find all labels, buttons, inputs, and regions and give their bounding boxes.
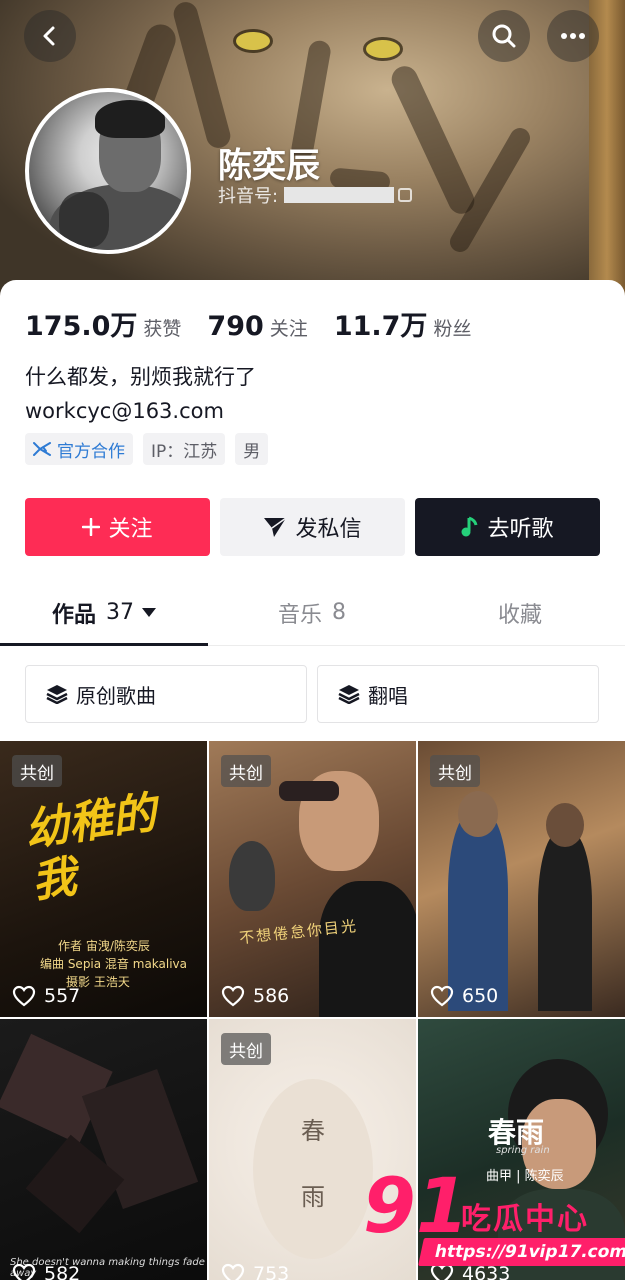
collection-filters: 原创歌曲 翻唱 — [25, 665, 609, 723]
video-likes: 586 — [221, 985, 289, 1007]
douyin-id-redacted — [284, 187, 395, 203]
video-likes: 753 — [221, 1263, 289, 1280]
likes-count: 753 — [253, 1263, 290, 1280]
tab-music[interactable]: 音乐 8 — [208, 580, 416, 645]
message-button[interactable]: 发私信 — [220, 498, 405, 556]
profile-card: 175.0万 获赞 790 关注 11.7万 粉丝 什么都发，别烦我就行了 wo… — [0, 280, 625, 1280]
video-char: 雨 — [301, 1183, 325, 1211]
watermark-text: 吃瓜中心 — [461, 1202, 589, 1237]
watermark-number: 91 — [363, 1161, 469, 1250]
stat-label: 获赞 — [143, 318, 182, 340]
filter-label: 翻唱 — [368, 683, 408, 708]
profile-name: 陈奕辰 — [218, 146, 320, 186]
avatar[interactable] — [25, 88, 191, 254]
co-create-badge: 共创 — [221, 755, 271, 787]
heart-icon — [12, 985, 36, 1007]
stat-value: 175.0万 — [25, 311, 138, 342]
tab-label: 音乐 — [277, 602, 322, 628]
video-thumbnail[interactable]: 共创 650 — [418, 741, 625, 1017]
listen-label: 去听歌 — [487, 517, 554, 542]
plus-icon — [82, 518, 101, 536]
likes-count: 650 — [462, 985, 499, 1007]
copy-icon[interactable] — [398, 188, 413, 202]
site-watermark: 91 吃瓜中心 https://91vip17.com — [363, 1161, 625, 1268]
handshake-icon — [33, 442, 51, 456]
stat-value: 11.7万 — [333, 311, 428, 342]
video-credit: 作者 宙洩/陈奕辰 — [58, 939, 150, 953]
follow-label: 关注 — [108, 517, 153, 542]
back-button[interactable] — [24, 10, 76, 62]
tab-label: 收藏 — [497, 602, 542, 628]
action-buttons: 关注 发私信 去听歌 — [25, 498, 600, 556]
heart-icon — [221, 1263, 245, 1280]
co-create-badge: 共创 — [12, 755, 62, 787]
music-note-icon — [461, 516, 479, 538]
message-label: 发私信 — [295, 517, 362, 542]
follow-button[interactable]: 关注 — [25, 498, 210, 556]
tab-count: 37 — [106, 600, 134, 625]
bio-text: 什么都发，别烦我就行了 — [25, 365, 256, 389]
tab-count: 8 — [332, 600, 346, 625]
video-likes: 650 — [430, 985, 498, 1007]
video-thumbnail[interactable]: She doesn't wanna making things fade awa… — [0, 1019, 207, 1280]
layers-icon — [338, 684, 360, 704]
video-likes: 582 — [12, 1263, 80, 1280]
co-create-badge: 共创 — [221, 1033, 271, 1065]
heart-icon — [221, 985, 245, 1007]
profile-tabs: 作品 37 音乐 8 收藏 — [0, 580, 625, 646]
more-icon — [561, 33, 585, 39]
bio: 什么都发，别烦我就行了 workcyc@163.com — [25, 360, 256, 428]
video-char: 春 — [301, 1117, 325, 1145]
stat-value: 790 — [207, 311, 264, 342]
gender-tag: 男 — [235, 433, 269, 465]
search-icon — [492, 24, 516, 48]
likes-count: 582 — [44, 1263, 81, 1280]
douyin-id: 抖音号: — [218, 182, 413, 208]
likes-count: 586 — [253, 985, 290, 1007]
video-credit: 编曲 Sepia 混音 makaliva — [40, 957, 188, 971]
co-create-badge: 共创 — [430, 755, 480, 787]
douyin-id-label: 抖音号: — [218, 186, 279, 207]
tab-favorites[interactable]: 收藏 — [416, 580, 624, 645]
official-partner-label: 官方合作 — [57, 441, 125, 462]
video-subtitle: spring rain — [496, 1145, 550, 1156]
tab-works[interactable]: 作品 37 — [0, 580, 208, 646]
search-button[interactable] — [478, 10, 530, 62]
bio-email: workcyc@163.com — [25, 399, 224, 423]
video-poster-title: 幼稚的我 — [21, 787, 160, 908]
chevron-left-icon — [43, 26, 55, 46]
more-button[interactable] — [547, 10, 599, 62]
ip-location-tag: IP：江苏 — [143, 433, 226, 465]
filter-label: 原创歌曲 — [76, 683, 156, 708]
stat-followers[interactable]: 11.7万 粉丝 — [334, 304, 472, 343]
video-thumbnail[interactable]: 幼稚的我 作者 宙洩/陈奕辰 编曲 Sepia 混音 makaliva 摄影 王… — [0, 741, 207, 1017]
heart-icon — [12, 1263, 36, 1280]
stat-likes[interactable]: 175.0万 获赞 — [25, 304, 181, 343]
likes-count: 557 — [44, 985, 81, 1007]
tab-label: 作品 — [51, 602, 96, 628]
stats-row: 175.0万 获赞 790 关注 11.7万 粉丝 — [25, 304, 497, 343]
listen-button[interactable]: 去听歌 — [415, 498, 600, 556]
send-icon — [263, 516, 287, 538]
stat-label: 关注 — [269, 318, 308, 340]
filter-covers[interactable]: 翻唱 — [317, 665, 599, 723]
caret-down-icon — [142, 608, 156, 617]
profile-tags: 官方合作 IP：江苏 男 — [25, 433, 278, 465]
layers-icon — [46, 684, 68, 704]
filter-original-songs[interactable]: 原创歌曲 — [25, 665, 307, 723]
stat-following[interactable]: 790 关注 — [207, 311, 307, 342]
heart-icon — [430, 985, 454, 1007]
official-partner-tag[interactable]: 官方合作 — [25, 433, 133, 465]
watermark-url: https://91vip17.com — [418, 1238, 625, 1266]
video-likes: 557 — [12, 985, 80, 1007]
stat-label: 粉丝 — [433, 318, 472, 340]
video-thumbnail[interactable]: 不想倦怠你目光 共创 586 — [209, 741, 416, 1017]
